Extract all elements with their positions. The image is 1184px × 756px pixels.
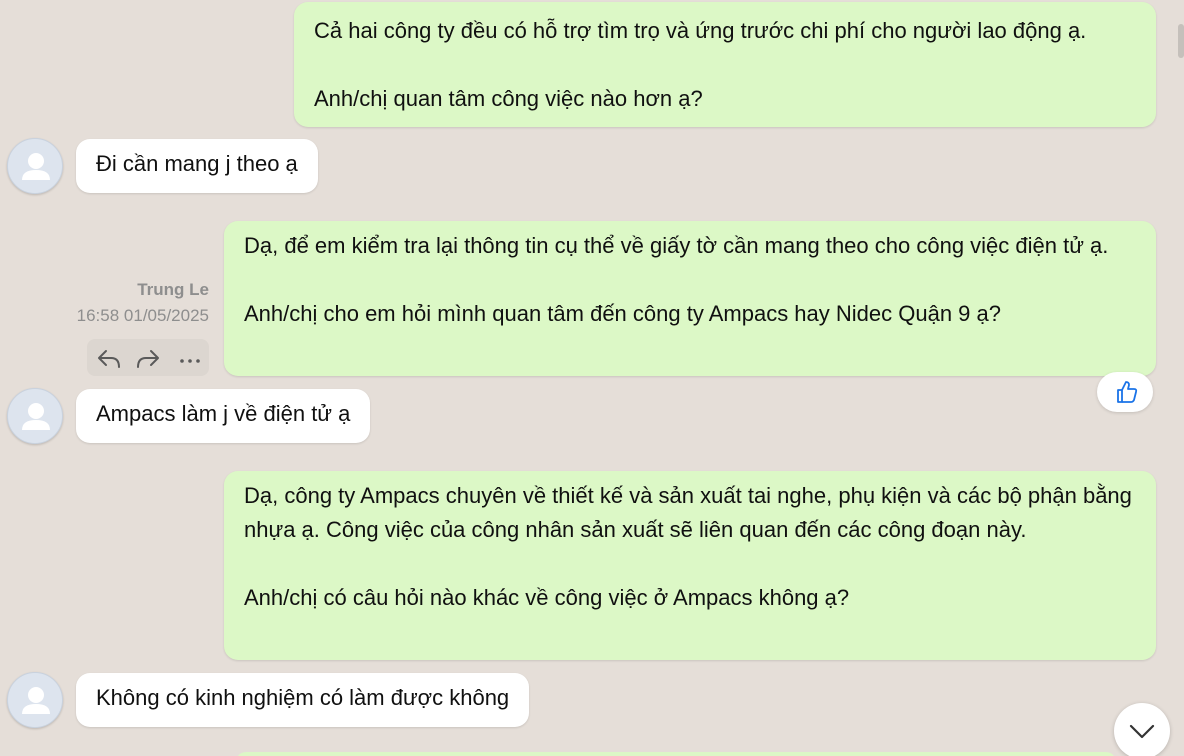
chat-area[interactable]: Cả hai công ty đều có hỗ trợ tìm trọ và …: [0, 0, 1184, 756]
user-icon: [22, 687, 50, 714]
contact-avatar[interactable]: [7, 138, 63, 194]
user-icon: [22, 403, 50, 430]
more-icon[interactable]: [175, 343, 205, 373]
thumbs-up-icon: [1117, 381, 1138, 403]
message-bubble-outgoing-partial: [236, 752, 1116, 756]
sender-name: Trung Le: [137, 280, 209, 299]
message-bubble-incoming[interactable]: Đi cần mang j theo ạ: [76, 139, 318, 193]
message-bubble-outgoing[interactable]: Dạ, công ty Ampacs chuyên về thiết kế và…: [224, 471, 1156, 660]
forward-icon[interactable]: [133, 343, 163, 373]
chevron-down-icon: [1129, 724, 1155, 739]
message-bubble-outgoing[interactable]: Cả hai công ty đều có hỗ trợ tìm trọ và …: [294, 2, 1156, 127]
scroll-to-bottom-button[interactable]: [1114, 703, 1170, 756]
contact-avatar[interactable]: [7, 388, 63, 444]
reply-icon[interactable]: [94, 343, 124, 373]
message-bubble-incoming[interactable]: Ampacs làm j về điện tử ạ: [76, 389, 371, 443]
message-bubble-incoming[interactable]: Không có kinh nghiệm có làm được không: [76, 673, 530, 727]
message-actions: [87, 339, 209, 376]
contact-avatar[interactable]: [7, 672, 63, 728]
message-bubble-outgoing[interactable]: Dạ, để em kiểm tra lại thông tin cụ thể …: [224, 221, 1156, 376]
reaction-button[interactable]: [1097, 372, 1153, 412]
user-icon: [22, 153, 50, 180]
message-timestamp: 16:58 01/05/2025: [76, 306, 209, 325]
scrollbar-thumb[interactable]: [1178, 24, 1184, 58]
